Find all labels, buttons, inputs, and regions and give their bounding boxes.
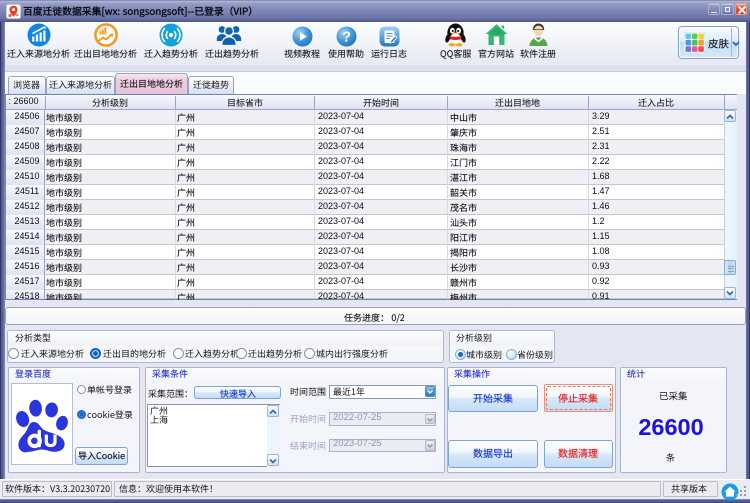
- svg-text:?: ?: [342, 29, 351, 45]
